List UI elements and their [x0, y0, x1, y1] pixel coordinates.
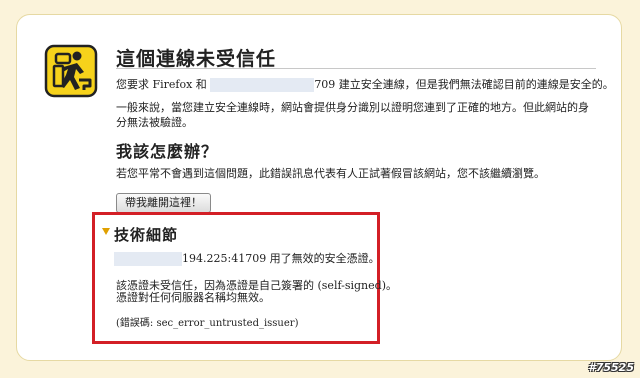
page-title: 這個連線未受信任 [116, 48, 277, 70]
tech-line-3: 憑證對任何伺服器名稱均無效。 [116, 291, 270, 304]
what-should-i-do-text: 若您平常不會遇到這個問題，此錯誤訊息代表有人正試著假冒該網站，您不該繼續瀏覽。 [116, 167, 545, 180]
redacted-host [210, 78, 315, 92]
title-divider [116, 68, 596, 69]
redacted-ip [114, 252, 182, 266]
tech-line-1: 194.225:41709 用了無效的安全憑證。 [114, 251, 380, 266]
intro-text: 您要求 Firefox 和 709 建立安全連線，但是我們無法確認目前的連線是安… [116, 77, 614, 92]
intro-suffix: 709 建立安全連線，但是我們無法確認目前的連線是安全的。 [314, 78, 614, 91]
technical-details-heading[interactable]: 技術細節 [114, 224, 178, 245]
error-code: (錯誤碼: sec_error_untrusted_issuer) [116, 318, 299, 329]
triangle-expand-icon[interactable] [102, 228, 110, 235]
get-me-out-button[interactable]: 帶我離開這裡！ [116, 193, 211, 213]
watermark: #75525 [588, 361, 634, 374]
what-should-i-do-heading: 我該怎麼辦？ [116, 142, 219, 161]
explanation-text: 一般來說，當您建立安全連線時，網站會提供身分識別以證明您連到了正確的地方。但此網… [116, 101, 589, 129]
intro-prefix: 您要求 Firefox 和 [116, 78, 207, 91]
tech-line-1-text: 194.225:41709 用了無效的安全憑證。 [182, 252, 380, 265]
identity-warning-icon [44, 44, 98, 98]
